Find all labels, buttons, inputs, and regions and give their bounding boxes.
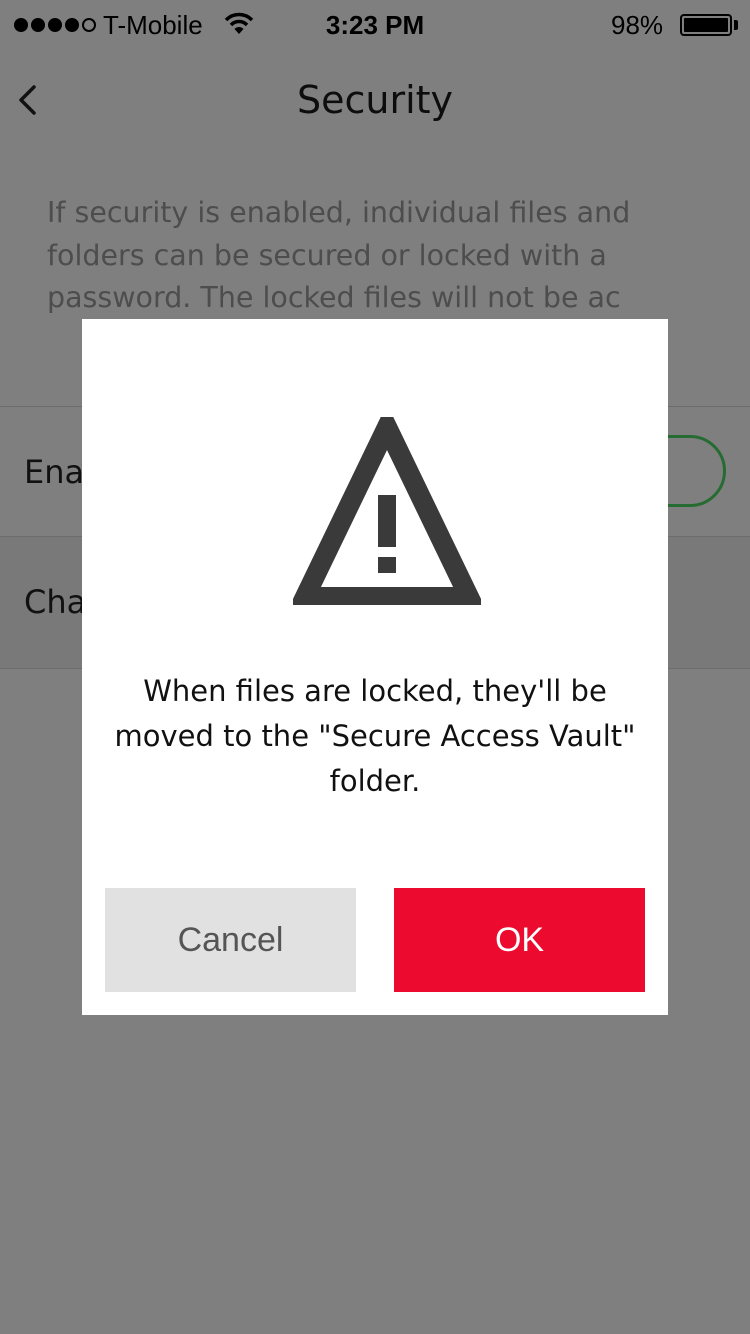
cancel-button[interactable]: Cancel [105,888,356,992]
ok-button[interactable]: OK [394,888,645,992]
warning-icon [293,417,481,605]
dialog-message: When files are locked, they'll be moved … [114,674,636,798]
alert-dialog: When files are locked, they'll be moved … [82,319,668,1015]
